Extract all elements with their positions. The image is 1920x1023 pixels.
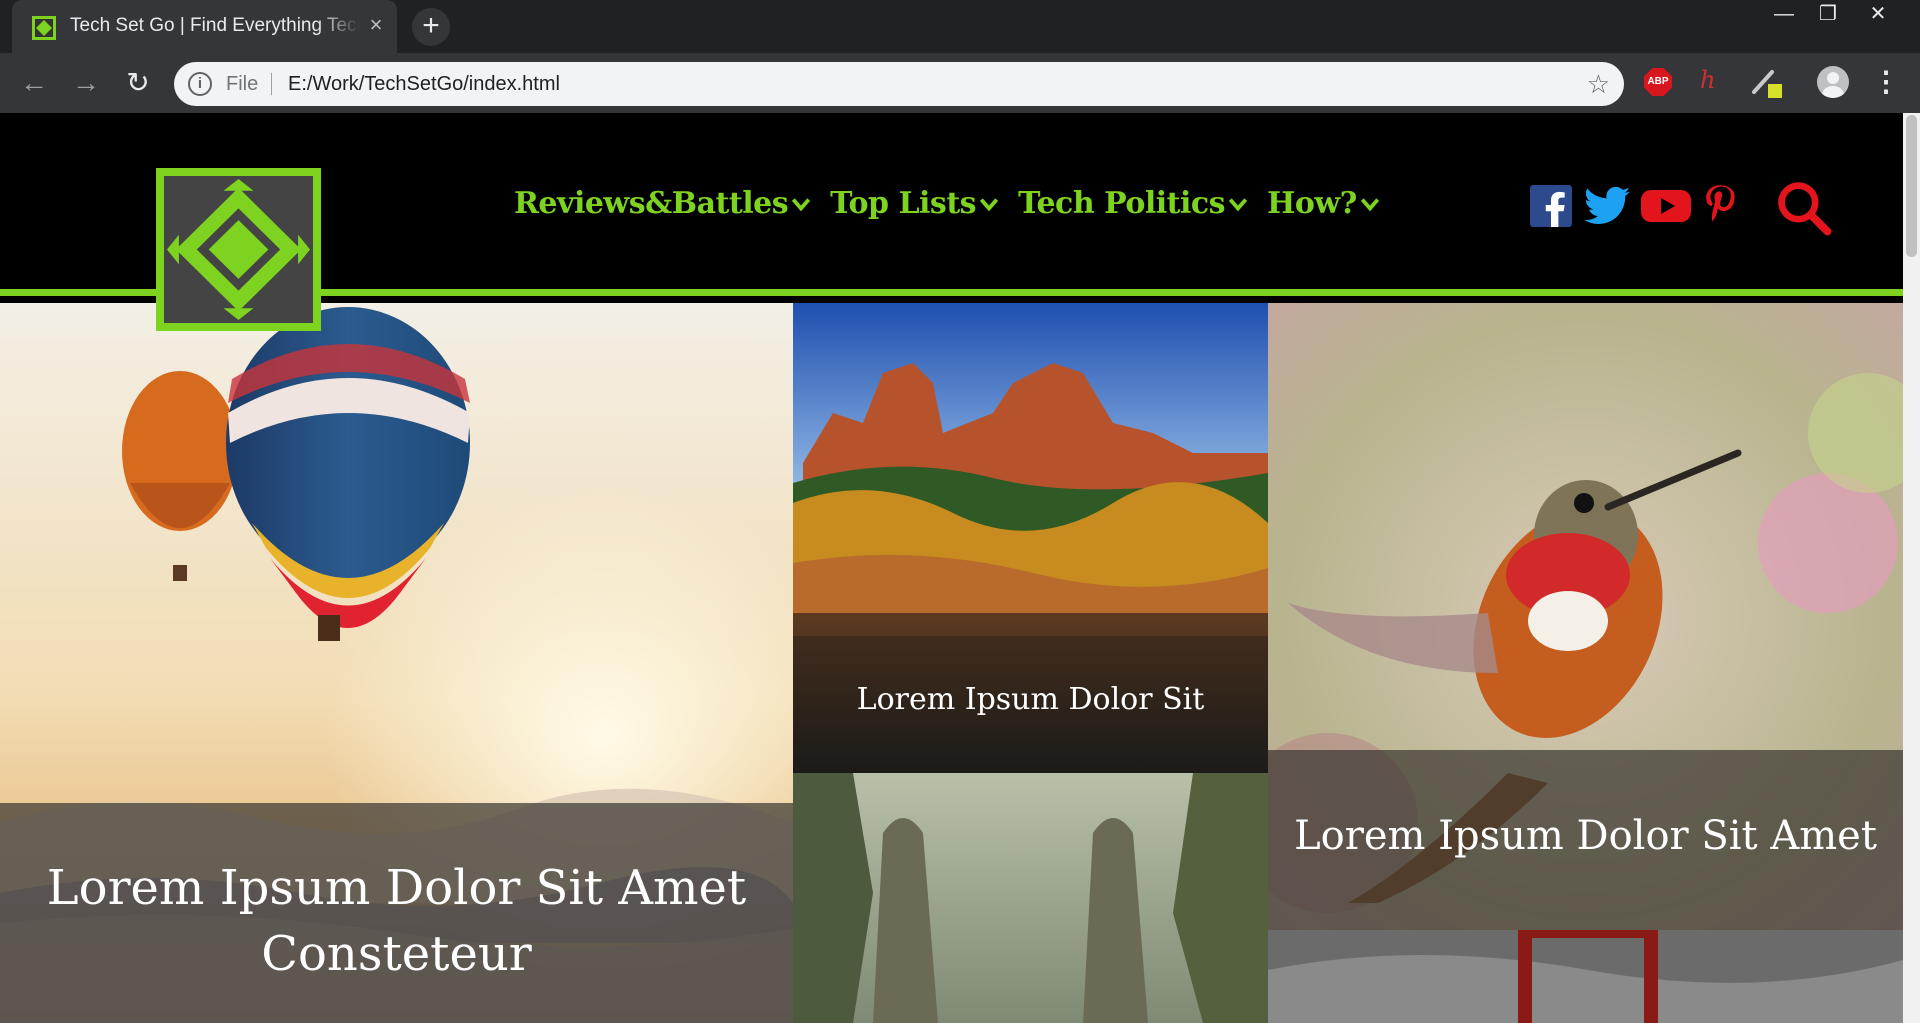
site-logo[interactable] (156, 168, 321, 331)
nav-label: Top Lists (830, 186, 977, 221)
profile-avatar[interactable] (1817, 66, 1849, 98)
scrollbar-thumb[interactable] (1906, 115, 1917, 257)
logo-mark-icon (164, 176, 313, 323)
site-favicon-icon (32, 16, 56, 40)
featured-post-balloons[interactable]: Lorem Ipsum Dolor Sit Amet Consteteur (0, 303, 793, 1023)
post-caption[interactable]: Lorem Ipsum Dolor Sit Amet (1268, 750, 1903, 930)
nav-top-lists[interactable]: Top Lists (830, 186, 1000, 221)
featured-post-canyon[interactable]: Lorem Ipsum Dolor Sit (793, 303, 1268, 773)
back-button[interactable]: ← (14, 63, 54, 103)
reload-button[interactable]: ↻ (118, 63, 158, 103)
twitter-icon[interactable] (1584, 183, 1630, 229)
honey-extension-icon[interactable]: h (1700, 66, 1724, 96)
browser-tab-bar: Tech Set Go | Find Everything Tech × + —… (0, 0, 1920, 53)
facebook-icon[interactable] (1530, 183, 1572, 229)
statues-image (793, 773, 1268, 1023)
post-caption[interactable]: Lorem Ipsum Dolor Sit Amet Consteteur (0, 803, 793, 1023)
close-window-button[interactable]: ✕ (1856, 0, 1900, 30)
nav-label: How? (1267, 186, 1357, 221)
address-bar[interactable]: i File E:/Work/TechSetGo/index.html ☆ (174, 62, 1624, 106)
forward-button[interactable]: → (66, 63, 106, 103)
pen-extension-icon[interactable] (1748, 66, 1784, 102)
post-title[interactable]: Lorem Ipsum Dolor Sit Amet Consteteur (47, 860, 746, 982)
featured-post-bridge[interactable] (1268, 930, 1903, 1023)
chevron-down-icon (1228, 197, 1248, 211)
new-tab-button[interactable]: + (412, 8, 450, 46)
browser-toolbar: ← → ↻ i File E:/Work/TechSetGo/index.htm… (0, 53, 1920, 113)
featured-post-statues[interactable] (793, 773, 1268, 1023)
pinterest-icon[interactable] (1702, 183, 1738, 229)
chevron-down-icon (979, 197, 999, 211)
featured-post-hummingbird[interactable]: Lorem Ipsum Dolor Sit Amet (1268, 303, 1903, 930)
nav-how[interactable]: How? (1267, 186, 1381, 221)
page-scrollbar[interactable] (1903, 113, 1920, 1023)
site-header: Reviews&Battles Top Lists Tech Politics … (0, 113, 1903, 331)
browser-tab[interactable]: Tech Set Go | Find Everything Tech × (12, 0, 397, 53)
tab-title: Tech Set Go | Find Everything Tech (70, 15, 360, 36)
minimize-button[interactable]: — (1762, 0, 1806, 30)
address-separator (271, 73, 272, 95)
info-icon[interactable]: i (188, 72, 212, 96)
browser-menu-icon[interactable]: ⋮ (1872, 66, 1900, 98)
url-text[interactable]: E:/Work/TechSetGo/index.html (288, 73, 560, 96)
chevron-down-icon (791, 197, 811, 211)
scheme-label: File (226, 73, 259, 95)
post-title[interactable]: Lorem Ipsum Dolor Sit Amet (1294, 813, 1877, 859)
nav-tech-politics[interactable]: Tech Politics (1018, 186, 1249, 221)
main-nav: Reviews&Battles Top Lists Tech Politics … (514, 186, 1381, 221)
web-page: Reviews&Battles Top Lists Tech Politics … (0, 113, 1920, 1023)
post-caption[interactable]: Lorem Ipsum Dolor Sit (793, 636, 1268, 773)
bridge-image (1268, 930, 1903, 1023)
bookmark-star-icon[interactable]: ☆ (1587, 69, 1610, 100)
chevron-down-icon (1360, 197, 1379, 211)
search-icon[interactable] (1776, 180, 1832, 236)
post-title[interactable]: Lorem Ipsum Dolor Sit (857, 682, 1205, 717)
restore-button[interactable]: ❐ (1806, 0, 1850, 30)
nav-reviews-battles[interactable]: Reviews&Battles (514, 186, 812, 221)
nav-label: Reviews&Battles (514, 186, 789, 221)
youtube-icon[interactable] (1640, 183, 1692, 229)
nav-label: Tech Politics (1018, 186, 1226, 221)
tab-close-icon[interactable]: × (364, 13, 388, 37)
